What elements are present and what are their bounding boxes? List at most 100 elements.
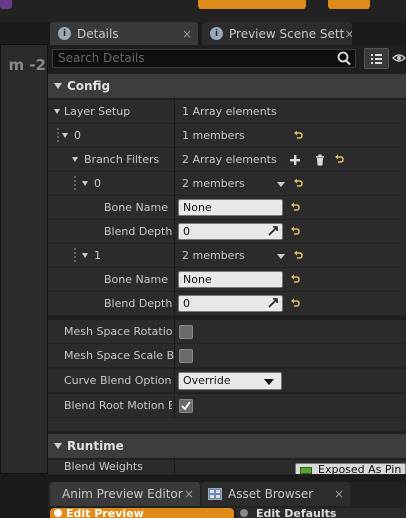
- dropdown-selected-value: Exposed As Pin: [318, 463, 402, 475]
- exposed-as-pin-dropdown[interactable]: Exposed As Pin: [295, 463, 406, 475]
- property-value: 1 members: [182, 129, 245, 142]
- search-input[interactable]: Search Details: [52, 49, 356, 68]
- checkmark-icon: [181, 401, 191, 411]
- reset-to-default-icon[interactable]: [290, 202, 300, 212]
- column-divider: [174, 196, 175, 220]
- spin-drag-icon[interactable]: [268, 298, 278, 308]
- tab-preview-scene-label: Preview Scene Sett: [229, 26, 345, 41]
- column-divider: [174, 320, 175, 344]
- trash-icon[interactable]: [314, 154, 326, 166]
- property-label: Bone Name: [104, 273, 168, 286]
- tab-asset-browser-label: Asset Browser: [228, 487, 314, 501]
- property-row-filter-0[interactable]: 0 2 members: [48, 172, 406, 196]
- reset-to-default-icon[interactable]: [290, 274, 300, 284]
- property-row-blend-depth[interactable]: Blend Depth 0: [48, 292, 406, 316]
- property-label: Blend Depth: [104, 297, 172, 310]
- reset-to-default-icon[interactable]: [290, 226, 300, 236]
- category-config[interactable]: Config: [48, 74, 406, 98]
- bone-name-field[interactable]: None: [178, 271, 283, 288]
- list-view-icon: [371, 54, 382, 64]
- mesh-space-scale-checkbox[interactable]: [179, 349, 193, 363]
- close-icon[interactable]: ×: [334, 487, 344, 501]
- blend-depth-value: 0: [183, 297, 190, 310]
- reset-to-default-icon[interactable]: [334, 154, 344, 164]
- expand-arrow-icon[interactable]: [72, 157, 78, 162]
- viewport-panel[interactable]: [0, 44, 48, 474]
- column-divider: [174, 344, 175, 368]
- expand-arrow-icon[interactable]: [62, 133, 68, 138]
- property-row-mesh-space-rotation[interactable]: Mesh Space Rotation: [48, 320, 406, 344]
- tab-details[interactable]: i Details ×: [50, 22, 198, 45]
- toolbar-button[interactable]: [328, 0, 370, 9]
- search-icon[interactable]: [335, 50, 353, 67]
- tab-anim-preview-editor[interactable]: Anim Preview Editor ×: [50, 482, 200, 506]
- close-icon[interactable]: ×: [344, 27, 352, 41]
- reset-to-default-icon[interactable]: [293, 250, 303, 260]
- drag-handle[interactable]: [57, 128, 59, 144]
- property-label: Bone Name: [104, 201, 168, 214]
- expand-arrow-icon[interactable]: [54, 109, 60, 114]
- toolbar-button-active[interactable]: [198, 0, 306, 9]
- edit-defaults-button[interactable]: Edit Defaults: [236, 508, 406, 518]
- tab-anim-preview-label: Anim Preview Editor: [62, 487, 183, 501]
- drag-handle[interactable]: [74, 176, 76, 192]
- reset-to-default-icon[interactable]: [293, 178, 303, 188]
- category-runtime-label: Runtime: [67, 439, 124, 453]
- spin-drag-icon[interactable]: [268, 226, 278, 236]
- property-label: Mesh Space Rotation: [64, 325, 172, 338]
- asset-browser-icon: [208, 488, 222, 500]
- info-icon: i: [58, 27, 71, 40]
- category-runtime[interactable]: Runtime: [48, 434, 406, 458]
- dropdown-selected-value: Override: [183, 374, 231, 387]
- reset-to-default-icon[interactable]: [290, 298, 300, 308]
- property-row-blend-root-motion[interactable]: Blend Root Motion Ba: [48, 394, 406, 418]
- expand-arrow-icon[interactable]: [82, 181, 88, 186]
- bone-name-field[interactable]: None: [178, 199, 283, 216]
- property-row-branch-filters[interactable]: Branch Filters 2 Array elements: [48, 148, 406, 172]
- property-row-blend-weights[interactable]: Blend Weights Exposed As Pin: [48, 460, 406, 475]
- edit-defaults-label: Edit Defaults: [256, 508, 337, 518]
- property-label: 0: [94, 177, 101, 190]
- curve-blend-option-dropdown[interactable]: Override: [178, 372, 282, 390]
- toolbar-button[interactable]: [0, 0, 12, 9]
- property-label: 1: [94, 249, 101, 262]
- close-icon[interactable]: ×: [182, 27, 192, 41]
- property-row-curve-blend-option[interactable]: Curve Blend Option Override: [48, 369, 406, 393]
- edit-preview-label: Edit Preview: [66, 508, 144, 518]
- column-divider: [174, 292, 175, 316]
- eye-icon[interactable]: [392, 52, 406, 64]
- property-row-index-0[interactable]: 0 1 members: [48, 124, 406, 148]
- column-divider: [174, 460, 175, 474]
- tab-asset-browser[interactable]: Asset Browser ×: [202, 482, 350, 506]
- column-divider: [174, 394, 175, 418]
- expand-arrow-icon[interactable]: [82, 253, 88, 258]
- edit-preview-button[interactable]: Edit Preview: [50, 508, 234, 518]
- radio-icon: [54, 509, 62, 517]
- column-divider: [174, 148, 175, 172]
- blend-depth-value: 0: [183, 225, 190, 238]
- add-element-icon[interactable]: [289, 154, 301, 166]
- close-icon[interactable]: ×: [184, 487, 194, 501]
- blend-root-motion-checkbox[interactable]: [179, 399, 193, 413]
- property-label: Layer Setup: [64, 105, 131, 118]
- drag-handle[interactable]: [74, 248, 76, 264]
- column-divider: [174, 369, 175, 393]
- tab-preview-scene-settings[interactable]: i Preview Scene Sett ×: [202, 22, 352, 45]
- chevron-down-icon[interactable]: [277, 254, 285, 259]
- property-row-mesh-space-scale[interactable]: Mesh Space Scale Ble: [48, 344, 406, 368]
- view-options-button[interactable]: [364, 48, 389, 69]
- expand-arrow-icon: [54, 443, 62, 449]
- mesh-space-rotation-checkbox[interactable]: [179, 325, 193, 339]
- property-row-bone-name[interactable]: Bone Name None: [48, 196, 406, 220]
- property-row-blend-depth[interactable]: Blend Depth 0: [48, 220, 406, 244]
- property-row-bone-name[interactable]: Bone Name None: [48, 268, 406, 292]
- category-config-label: Config: [67, 79, 111, 93]
- property-label: Blend Weights: [64, 460, 143, 473]
- property-row-layer-setup[interactable]: Layer Setup 1 Array elements: [48, 100, 406, 124]
- reset-to-default-icon[interactable]: [293, 130, 303, 140]
- viewport-label: m -2: [8, 56, 46, 74]
- column-divider: [174, 220, 175, 244]
- property-label: Curve Blend Option: [64, 374, 172, 387]
- property-row-filter-1[interactable]: 1 2 members: [48, 244, 406, 268]
- chevron-down-icon[interactable]: [277, 182, 285, 187]
